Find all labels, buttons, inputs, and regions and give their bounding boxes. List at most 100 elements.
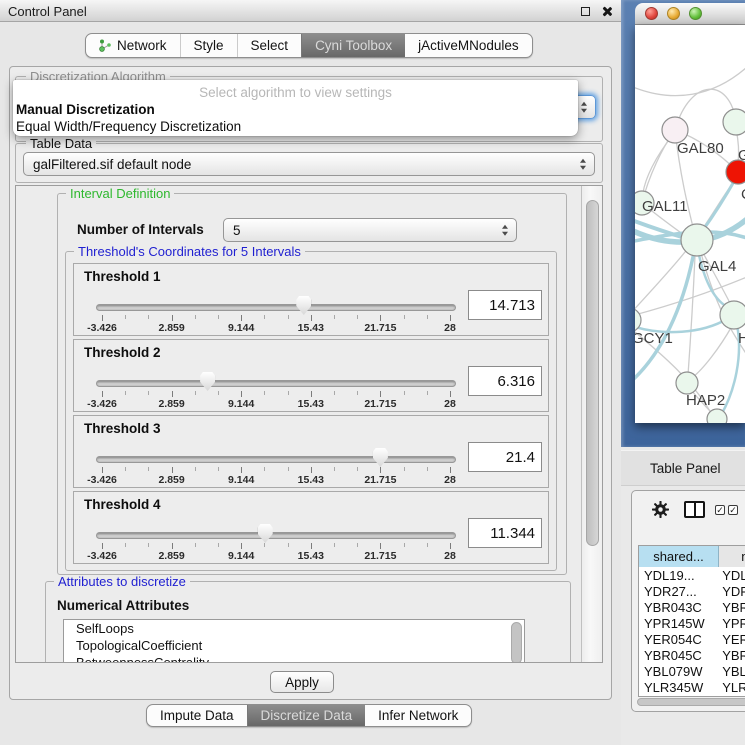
node-table[interactable]: shared...na YDL19...YDL1YDR27...YDR2YBR0… [638, 545, 745, 697]
tick [195, 391, 196, 395]
horizontal-scrollbar[interactable] [637, 698, 745, 706]
tab-cyni-toolbox[interactable]: Cyni Toolbox [301, 34, 405, 57]
node-label: HAP2 [686, 392, 725, 409]
tab-network[interactable]: Network [86, 34, 180, 57]
traffic-light-zoom-icon[interactable] [689, 7, 702, 20]
table-row[interactable]: YPR145WYPR1 [639, 615, 745, 631]
slider-thumb[interactable] [200, 372, 215, 391]
tab-jactivemnodules[interactable]: jActiveMNodules [405, 34, 532, 57]
list-item-betweennesscentrality[interactable]: BetweennessCentrality [64, 654, 524, 663]
tab-label: Infer Network [378, 708, 458, 723]
table-panel-card: ✓ ✓ shared...na YDL19...YDL1YDR27...YDR2… [631, 490, 745, 712]
table-row[interactable]: YBL079WYBL0 [639, 663, 745, 679]
network-node[interactable] [681, 224, 713, 256]
tab-impute-data[interactable]: Impute Data [147, 705, 247, 726]
tick [172, 391, 173, 397]
tab-infer-network[interactable]: Infer Network [365, 705, 471, 726]
list-item-topologicalcoefficient[interactable]: TopologicalCoefficient [64, 637, 524, 654]
tick [288, 391, 289, 395]
network-edge[interactable] [703, 178, 736, 230]
tick [218, 315, 219, 319]
split-view-icon[interactable] [684, 501, 705, 518]
tick [404, 543, 405, 547]
tick [264, 315, 265, 319]
tab-style[interactable]: Style [180, 34, 237, 57]
checkbox-icon[interactable]: ✓ [728, 505, 738, 515]
popup-option-equal-width-frequency-discretization[interactable]: Equal Width/Frequency Discretization [16, 119, 241, 134]
table-row[interactable]: YIL052CYIL0 [639, 695, 745, 697]
table-cell: YIL0 [718, 696, 745, 698]
column-header-shared[interactable]: shared... [639, 546, 719, 567]
tick [172, 315, 173, 321]
threshold-value-input[interactable]: 14.713 [468, 290, 542, 320]
threshold-value-input[interactable]: 6.316 [468, 366, 542, 396]
tab-discretize-data[interactable]: Discretize Data [247, 705, 366, 726]
tick [427, 391, 428, 395]
checkbox-icon[interactable]: ✓ [715, 505, 725, 515]
slider-track[interactable] [96, 380, 456, 387]
traffic-light-close-icon[interactable] [645, 7, 658, 20]
network-edge[interactable] [693, 326, 732, 377]
list-item-selfloops[interactable]: SelfLoops [64, 620, 524, 637]
tick-label: 21.715 [364, 550, 396, 562]
column-header-na[interactable]: na [719, 546, 745, 567]
node-label: GCY1 [635, 330, 673, 347]
attributes-list[interactable]: SelfLoopsTopologicalCoefficientBetweenne… [63, 619, 525, 663]
network-canvas[interactable]: GAL80GAGAL11CGAL4GCY1HHAP2 [635, 25, 745, 423]
tick [380, 391, 381, 397]
table-cell: YBR0 [718, 648, 745, 663]
tick [404, 391, 405, 395]
tick [380, 467, 381, 473]
tick [450, 543, 451, 549]
settings-gear-icon[interactable] [652, 501, 669, 518]
number-of-intervals-combobox[interactable]: 5 [223, 218, 517, 242]
table-row[interactable]: YBR043CYBR0 [639, 599, 745, 615]
table-row[interactable]: YDL19...YDL1 [639, 567, 745, 583]
table-row[interactable]: YDR27...YDR2 [639, 583, 745, 599]
threshold-value-input[interactable]: 11.344 [468, 518, 542, 548]
tick [172, 467, 173, 473]
table-cell: YLR3 [718, 680, 745, 695]
table-header-row: shared...na [639, 546, 745, 567]
network-edge[interactable] [635, 67, 745, 96]
list-scrollbar[interactable] [511, 622, 522, 663]
traffic-light-minimize-icon[interactable] [667, 7, 680, 20]
network-node[interactable] [707, 409, 727, 423]
group-title: Attributes to discretize [54, 575, 190, 589]
slider-track[interactable] [96, 304, 456, 311]
slider-track[interactable] [96, 532, 456, 539]
network-node[interactable] [720, 301, 745, 329]
network-node[interactable] [723, 109, 745, 135]
float-window-icon[interactable] [581, 7, 590, 16]
table-row[interactable]: YBR045CYBR0 [639, 647, 745, 663]
table-row[interactable]: YLR345WYLR3 [639, 679, 745, 695]
slider-thumb[interactable] [258, 524, 273, 543]
popup-option-manual-discretization[interactable]: Manual Discretization [16, 102, 155, 117]
bottom-tabbar: Impute Data Discretize Data Infer Network [146, 704, 472, 727]
table-row[interactable]: YER054CYER0 [639, 631, 745, 647]
scrollbar-thumb[interactable] [586, 200, 599, 546]
apply-button[interactable]: Apply [270, 671, 334, 693]
mac-titlebar[interactable] [635, 3, 745, 25]
vertical-scrollbar[interactable] [581, 186, 603, 663]
tick [102, 543, 103, 549]
node-label: H [738, 330, 745, 347]
chevron-up-icon [581, 102, 587, 106]
tab-select[interactable]: Select [237, 34, 302, 57]
slider-thumb[interactable] [373, 448, 388, 467]
algorithm-popup: Select algorithm to view settingsManual … [13, 80, 578, 136]
tab-label: Select [251, 38, 289, 53]
network-node[interactable] [676, 372, 698, 394]
table-data-combobox[interactable]: galFiltered.sif default node [23, 152, 595, 176]
tick [311, 543, 312, 549]
tab-label: Impute Data [160, 708, 234, 723]
slider-thumb[interactable] [296, 296, 311, 315]
tab-label: jActiveMNodules [418, 38, 519, 53]
threshold-value-input[interactable]: 21.4 [468, 442, 542, 472]
slider-track[interactable] [96, 456, 456, 463]
group-title: Threshold's Coordinates for 5 Intervals [74, 245, 305, 259]
table-cell: YER0 [718, 632, 745, 647]
tick [357, 391, 358, 395]
tick [380, 543, 381, 549]
close-icon[interactable] [601, 6, 612, 17]
